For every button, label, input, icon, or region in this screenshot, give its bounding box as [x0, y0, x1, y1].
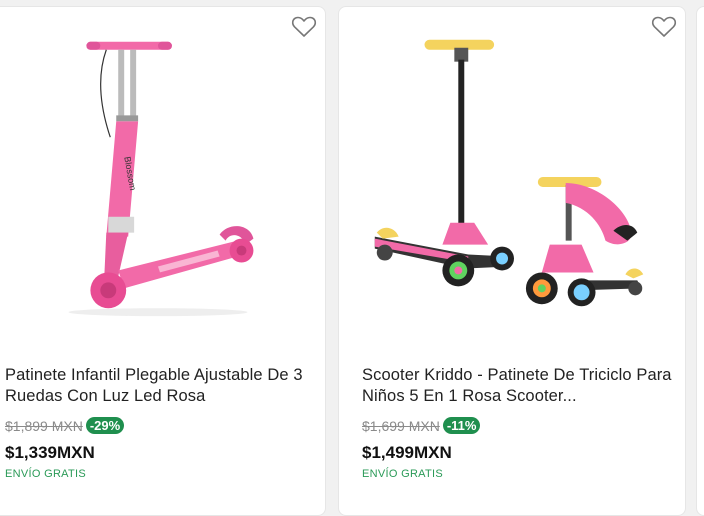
free-shipping-label: ENVÍO GRATIS — [362, 468, 444, 480]
original-price: $1,699 MXN — [362, 417, 440, 434]
product-title[interactable]: Patinete Infantil Plegable Ajustable De … — [5, 365, 313, 407]
discount-badge: -29% — [85, 417, 125, 434]
free-shipping-label: ENVÍO GRATIS — [5, 468, 87, 480]
price-row: $1,899 MXN -29% — [5, 417, 125, 434]
price-row: $1,699 MXN -11% — [362, 417, 481, 434]
discount-badge: -11% — [442, 417, 481, 434]
product-image[interactable]: Blossom — [0, 27, 325, 327]
sale-price: $1,499MXN — [362, 443, 452, 462]
product-card-partial[interactable] — [696, 6, 704, 516]
sale-price: $1,339MXN — [5, 443, 95, 462]
product-card[interactable]: Blossom Patinete Infantil Plegable Ajust… — [0, 6, 326, 516]
product-card[interactable]: Scooter Kriddo - Patinete De Triciclo Pa… — [338, 6, 686, 516]
original-price: $1,899 MXN — [5, 417, 83, 434]
product-image[interactable] — [339, 27, 685, 327]
product-title[interactable]: Scooter Kriddo - Patinete De Triciclo Pa… — [362, 365, 673, 407]
